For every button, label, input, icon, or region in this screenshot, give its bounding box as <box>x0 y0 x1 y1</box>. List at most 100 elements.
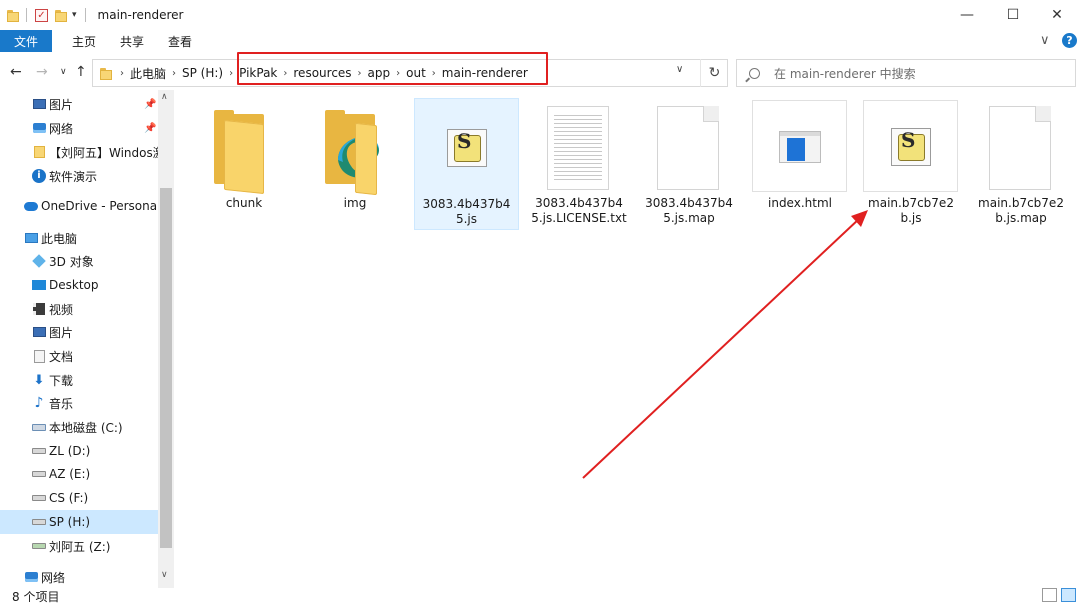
nav-item-this-pc[interactable]: 此电脑 <box>0 226 158 250</box>
file-item[interactable]: S main.b7cb7e2b.js <box>863 100 959 230</box>
nav-item-label: 【刘阿五】Windos激 <box>49 145 158 160</box>
pin-icon[interactable]: 📌 <box>144 123 156 134</box>
ribbon-tabs: 文件 主页 共享 查看 ∨ ? <box>0 30 1080 52</box>
chevron-right-icon[interactable]: › <box>355 68 365 79</box>
nav-item-3d-objects[interactable]: 3D 对象 <box>0 249 158 273</box>
chevron-right-icon[interactable]: › <box>117 68 127 79</box>
nav-item-label: OneDrive - Personal <box>41 199 158 213</box>
documents-icon <box>32 349 46 363</box>
separator <box>84 8 86 22</box>
file-item[interactable]: 3083.4b437b45.js.map <box>641 100 737 230</box>
chevron-right-icon[interactable]: › <box>169 68 179 79</box>
search-box[interactable]: 在 main-renderer 中搜索 <box>736 59 1076 87</box>
nav-item-label: 网络 <box>41 570 66 585</box>
nav-item-videos[interactable]: 视频 <box>0 297 158 321</box>
nav-item-network-quick[interactable]: 网络 📌 <box>0 116 158 140</box>
file-name: 3083.4b437b45.js.map <box>645 196 733 225</box>
tab-view[interactable]: 查看 <box>156 30 204 52</box>
search-placeholder: 在 main-renderer 中搜索 <box>774 66 916 81</box>
address-row: ← → ∨ ↑ › 此电脑 › SP (H:) › PikPak › resou… <box>0 56 1080 90</box>
nav-item-network[interactable]: 网络 <box>0 565 158 589</box>
item-count: 8 个项目 <box>12 590 60 604</box>
chevron-right-icon[interactable]: › <box>393 68 403 79</box>
chevron-right-icon[interactable]: › <box>226 68 236 79</box>
ribbon-expand-icon[interactable]: ∨ <box>1040 33 1050 48</box>
pictures-icon <box>32 325 46 339</box>
pin-icon[interactable]: 📌 <box>144 99 156 110</box>
file-item[interactable]: S 3083.4b437b45.js <box>414 98 519 230</box>
nav-item-documents[interactable]: 文档 <box>0 344 158 368</box>
explorer-window: ✓ ▾ main-renderer — ☐ ✕ 文件 主页 共享 查看 ∨ ? … <box>0 0 1080 605</box>
nav-item-label: 本地磁盘 (C:) <box>49 420 123 435</box>
search-icon <box>749 67 760 79</box>
file-item[interactable]: img <box>307 100 403 220</box>
up-button[interactable]: ↑ <box>75 64 87 80</box>
nav-item-music[interactable]: ♪ 音乐 <box>0 391 158 415</box>
nav-item-pictures-quick[interactable]: 图片 📌 <box>0 92 158 116</box>
chevron-right-icon[interactable]: › <box>429 68 439 79</box>
large-icons-view-icon[interactable] <box>1061 588 1076 602</box>
nav-item-onedrive[interactable]: OneDrive - Personal <box>0 194 158 218</box>
close-button[interactable]: ✕ <box>1034 0 1080 30</box>
folder-icon <box>6 9 19 22</box>
nav-item-label: 刘阿五 (Z:) <box>49 539 111 554</box>
file-item[interactable]: main.b7cb7e2b.js.map <box>973 100 1069 230</box>
scroll-up-icon[interactable]: ∧ <box>161 92 168 102</box>
tab-home[interactable]: 主页 <box>60 30 108 52</box>
nav-item-drive-c[interactable]: 本地磁盘 (C:) <box>0 415 158 439</box>
nav-item-label: SP (H:) <box>49 515 91 529</box>
nav-item-folder-liuawu[interactable]: 【刘阿五】Windos激 <box>0 140 158 164</box>
title-bar: ✓ ▾ main-renderer — ☐ ✕ <box>0 0 1080 30</box>
breadcrumb-sp-drive[interactable]: SP (H:) <box>179 66 226 80</box>
nav-item-software-demo[interactable]: i 软件演示 <box>0 164 158 188</box>
nav-item-label: 此电脑 <box>41 231 78 246</box>
maximize-button[interactable]: ☐ <box>990 0 1036 30</box>
nav-item-drive-h[interactable]: SP (H:) <box>0 510 158 534</box>
file-item[interactable]: index.html <box>752 100 848 220</box>
blank-file-icon <box>657 106 719 190</box>
nav-item-drive-f[interactable]: CS (F:) <box>0 486 158 510</box>
chevron-down-icon[interactable]: ▾ <box>72 10 77 20</box>
tab-share[interactable]: 共享 <box>108 30 156 52</box>
drive-icon <box>32 444 46 458</box>
nav-item-pictures[interactable]: 图片 <box>0 320 158 344</box>
window-title: main-renderer <box>97 8 184 22</box>
address-bar[interactable]: › 此电脑 › SP (H:) › PikPak › resources › a… <box>92 59 728 87</box>
breadcrumb-pikpak[interactable]: PikPak <box>236 66 280 80</box>
breadcrumb-resources[interactable]: resources <box>290 66 354 80</box>
minimize-button[interactable]: — <box>944 0 990 30</box>
refresh-button[interactable]: ↻ <box>700 59 728 87</box>
breadcrumb-out[interactable]: out <box>403 66 429 80</box>
file-item[interactable]: chunk <box>196 100 292 220</box>
back-button[interactable]: ← <box>10 64 22 80</box>
onedrive-icon <box>24 199 38 213</box>
nav-item-label: 下载 <box>49 373 74 388</box>
nav-item-label: AZ (E:) <box>49 467 91 481</box>
file-name: img <box>343 196 367 210</box>
file-name: 3083.4b437b45.js.LICENSE.txt <box>531 196 627 225</box>
forward-button[interactable]: → <box>36 64 48 80</box>
breadcrumb-main-renderer[interactable]: main-renderer <box>439 66 531 80</box>
address-dropdown-icon[interactable]: ∨ <box>676 64 683 75</box>
breadcrumb-this-pc[interactable]: 此电脑 <box>127 65 169 82</box>
scroll-down-icon[interactable]: ∨ <box>161 570 168 580</box>
nav-item-drive-z[interactable]: 刘阿五 (Z:) <box>0 534 158 558</box>
chevron-right-icon[interactable]: › <box>280 68 290 79</box>
nav-item-label: Desktop <box>49 278 99 292</box>
pictures-icon <box>32 97 46 111</box>
file-name: chunk <box>225 196 263 210</box>
nav-item-downloads[interactable]: ⬇ 下载 <box>0 368 158 392</box>
properties-icon[interactable]: ✓ <box>35 8 48 22</box>
breadcrumb-app[interactable]: app <box>365 66 394 80</box>
help-icon[interactable]: ? <box>1062 33 1077 48</box>
nav-scrollbar-thumb[interactable] <box>160 188 172 548</box>
details-view-icon[interactable] <box>1042 588 1057 602</box>
nav-item-drive-e[interactable]: AZ (E:) <box>0 462 158 486</box>
recent-locations-icon[interactable]: ∨ <box>60 67 67 77</box>
drive-c-icon <box>32 420 46 434</box>
new-folder-icon[interactable] <box>54 9 67 22</box>
nav-item-drive-d[interactable]: ZL (D:) <box>0 439 158 463</box>
file-item[interactable]: 3083.4b437b45.js.LICENSE.txt <box>531 100 627 230</box>
tab-file[interactable]: 文件 <box>0 30 53 52</box>
nav-item-desktop[interactable]: Desktop <box>0 273 158 297</box>
